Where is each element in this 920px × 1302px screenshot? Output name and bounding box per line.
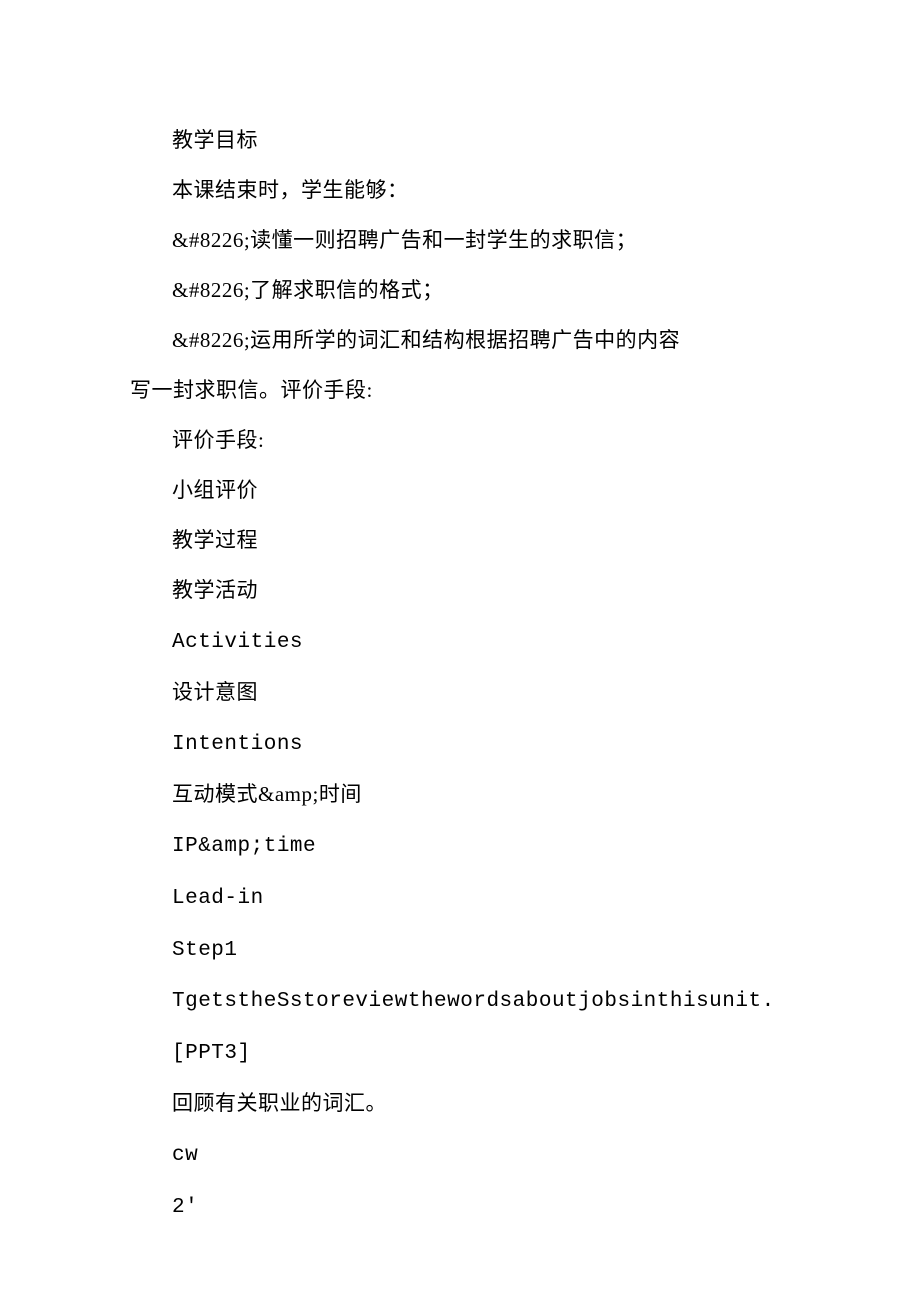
text-line: 评价手段: (130, 416, 790, 466)
text-line: 回顾有关职业的词汇。 (130, 1079, 790, 1129)
text-line: 教学活动 (130, 566, 790, 616)
text-line: IP&amp;time (130, 820, 790, 872)
text-line: 互动模式&amp;时间 (130, 770, 790, 820)
text-line: 2' (130, 1181, 790, 1233)
text-line: Intentions (130, 718, 790, 770)
text-line: &#8226;运用所学的词汇和结构根据招聘广告中的内容 (130, 316, 790, 366)
text-mono: [PPT3] (172, 1042, 251, 1065)
text-line: 教学过程 (130, 516, 790, 566)
text-mono: Step1 (172, 939, 238, 962)
text-line: cw (130, 1129, 790, 1181)
text-line: Lead-in (130, 872, 790, 924)
text-line: 写一封求职信。评价手段: (130, 366, 790, 416)
text-line: 教学目标 (130, 116, 790, 166)
text-mono: IP&amp;time (172, 835, 316, 858)
text-mono: 2' (172, 1196, 198, 1219)
text-line: &#8226;了解求职信的格式； (130, 266, 790, 316)
text-line: Step1 (130, 924, 790, 976)
text-mono: Intentions (172, 733, 303, 756)
text-line: 本课结束时，学生能够： (130, 166, 790, 216)
text-line: Activities (130, 616, 790, 668)
text-mono: TgetstheSstoreviewthewordsaboutjobsinthi… (172, 990, 775, 1013)
text-mono: Activities (172, 631, 303, 654)
text-mono: cw (172, 1144, 198, 1167)
document-body: 教学目标 本课结束时，学生能够： &#8226;读懂一则招聘广告和一封学生的求职… (130, 116, 790, 1233)
text-mono: Lead-in (172, 887, 264, 910)
text-line: 小组评价 (130, 466, 790, 516)
text-line: [PPT3] (130, 1027, 790, 1079)
text-line: TgetstheSstoreviewthewordsaboutjobsinthi… (130, 975, 790, 1027)
text-line: 设计意图 (130, 668, 790, 718)
text-line: &#8226;读懂一则招聘广告和一封学生的求职信； (130, 216, 790, 266)
